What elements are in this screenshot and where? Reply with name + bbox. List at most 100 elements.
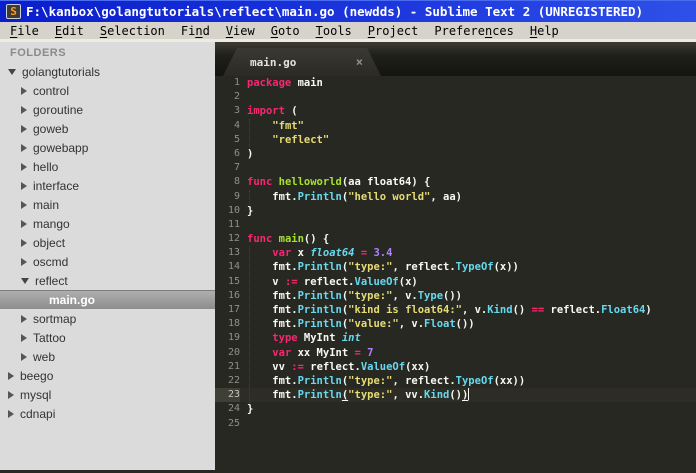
code-line-10[interactable]: 10} bbox=[215, 204, 696, 218]
triangle-collapsed-icon[interactable] bbox=[8, 390, 14, 399]
line-number: 6 bbox=[233, 147, 240, 159]
sidebar-item-reflect[interactable]: reflect bbox=[0, 271, 215, 290]
sidebar: FOLDERS golangtutorials control goroutine g… bbox=[0, 42, 215, 470]
sidebar-item-control[interactable]: control bbox=[0, 81, 215, 100]
triangle-collapsed-icon[interactable] bbox=[21, 257, 27, 266]
triangle-expanded-icon[interactable] bbox=[8, 68, 16, 75]
code-text: var x float64 = 3.4 bbox=[272, 247, 393, 260]
sidebar-item-goroutine[interactable]: goroutine bbox=[0, 100, 215, 119]
line-number: 22 bbox=[227, 374, 240, 386]
sidebar-item-web[interactable]: web bbox=[0, 347, 215, 366]
sidebar-item-main-go[interactable]: main.go bbox=[0, 290, 215, 309]
sidebar-item-gowebapp[interactable]: gowebapp bbox=[0, 138, 215, 157]
triangle-collapsed-icon[interactable] bbox=[21, 352, 27, 361]
menu-item-goto[interactable]: Goto bbox=[263, 22, 308, 40]
code-line-22[interactable]: 22 fmt.Println("type:", reflect.TypeOf(x… bbox=[215, 374, 696, 388]
sidebar-item-interface[interactable]: interface bbox=[0, 176, 215, 195]
triangle-collapsed-icon[interactable] bbox=[21, 105, 27, 114]
tree-item-label: reflect bbox=[35, 273, 68, 288]
tree-item-label: beego bbox=[20, 368, 54, 383]
sidebar-item-mysql[interactable]: mysql bbox=[0, 385, 215, 404]
sidebar-item-cdnapi[interactable]: cdnapi bbox=[0, 404, 215, 423]
code-line-15[interactable]: 15 v := reflect.ValueOf(x) bbox=[215, 275, 696, 289]
sublime-window: S F:\kanbox\golangtutorials\reflect\main… bbox=[0, 0, 696, 473]
code-line-14[interactable]: 14 fmt.Println("type:", reflect.TypeOf(x… bbox=[215, 260, 696, 274]
triangle-collapsed-icon[interactable] bbox=[21, 219, 27, 228]
code-area[interactable]: 1 package main 2 3 import (4 "fmt" 5 "reflect… bbox=[215, 76, 696, 470]
menu-item-project[interactable]: Project bbox=[360, 22, 427, 40]
code-line-5[interactable]: 5 "reflect" bbox=[215, 133, 696, 147]
titlebar[interactable]: S F:\kanbox\golangtutorials\reflect\main… bbox=[0, 0, 696, 22]
triangle-collapsed-icon[interactable] bbox=[8, 371, 14, 380]
code-line-8[interactable]: 8 func helloworld(aa float64) { bbox=[215, 175, 696, 189]
sidebar-item-sortmap[interactable]: sortmap bbox=[0, 309, 215, 328]
tree-item-label: oscmd bbox=[33, 254, 69, 269]
code-line-17[interactable]: 17 fmt.Println("kind is float64:", v.Kin… bbox=[215, 303, 696, 317]
tab-label: main.go bbox=[250, 55, 297, 69]
sidebar-item-object[interactable]: object bbox=[0, 233, 215, 252]
sidebar-item-beego[interactable]: beego bbox=[0, 366, 215, 385]
tab-main-go[interactable]: main.go × bbox=[223, 48, 381, 76]
sidebar-item-mango[interactable]: mango bbox=[0, 214, 215, 233]
menu-item-view[interactable]: View bbox=[218, 22, 263, 40]
tree-item-label: interface bbox=[33, 178, 80, 193]
sidebar-item-goweb[interactable]: goweb bbox=[0, 119, 215, 138]
code-line-25[interactable]: 25 bbox=[215, 417, 696, 431]
sidebar-item-oscmd[interactable]: oscmd bbox=[0, 252, 215, 271]
code-line-4[interactable]: 4 "fmt" bbox=[215, 119, 696, 133]
sidebar-item-main[interactable]: main bbox=[0, 195, 215, 214]
editor-pane: main.go × 1 package main 2 3 import (4 "fmt"… bbox=[215, 42, 696, 470]
menu-item-help[interactable]: Help bbox=[522, 22, 567, 40]
code-line-23[interactable]: 23 fmt.Println("type:", vv.Kind()) bbox=[215, 388, 696, 403]
triangle-collapsed-icon[interactable] bbox=[21, 124, 27, 133]
tree-item-label: cdnapi bbox=[20, 406, 56, 421]
code-line-16[interactable]: 16 fmt.Println("type:", v.Type()) bbox=[215, 289, 696, 303]
menu-item-find[interactable]: Find bbox=[173, 22, 218, 40]
code-text: package main bbox=[247, 77, 323, 89]
code-text: "reflect" bbox=[272, 133, 330, 146]
sidebar-item-golangtutorials[interactable]: golangtutorials bbox=[0, 62, 215, 81]
sidebar-item-tattoo[interactable]: Tattoo bbox=[0, 328, 215, 347]
sublime-logo-icon: S bbox=[6, 4, 21, 19]
code-line-19[interactable]: 19 type MyInt int bbox=[215, 331, 696, 345]
code-line-18[interactable]: 18 fmt.Println("value:", v.Float()) bbox=[215, 317, 696, 331]
triangle-collapsed-icon[interactable] bbox=[21, 200, 27, 209]
triangle-expanded-icon[interactable] bbox=[21, 277, 29, 284]
triangle-collapsed-icon[interactable] bbox=[8, 409, 14, 418]
tree-item-label: hello bbox=[33, 159, 59, 174]
folder-tree: golangtutorials control goroutine goweb gowe… bbox=[0, 62, 215, 423]
line-number: 25 bbox=[227, 417, 240, 429]
code-line-3[interactable]: 3 import ( bbox=[215, 104, 696, 118]
code-line-13[interactable]: 13 var x float64 = 3.4 bbox=[215, 246, 696, 260]
code-line-1[interactable]: 1 package main bbox=[215, 76, 696, 90]
triangle-collapsed-icon[interactable] bbox=[21, 333, 27, 342]
triangle-collapsed-icon[interactable] bbox=[21, 181, 27, 190]
menu-item-preferences[interactable]: Preferences bbox=[426, 22, 522, 40]
code-line-6[interactable]: 6) bbox=[215, 147, 696, 161]
triangle-collapsed-icon[interactable] bbox=[21, 86, 27, 95]
tab-bar: main.go × bbox=[215, 42, 696, 76]
code-text: func main() { bbox=[247, 233, 330, 246]
menu-item-file[interactable]: File bbox=[2, 22, 47, 40]
code-line-9[interactable]: 9 fmt.Println("hello world", aa) bbox=[215, 190, 696, 204]
menu-item-selection[interactable]: Selection bbox=[92, 22, 173, 40]
code-line-7[interactable]: 7 bbox=[215, 161, 696, 175]
sidebar-item-hello[interactable]: hello bbox=[0, 157, 215, 176]
code-line-21[interactable]: 21 vv := reflect.ValueOf(xx) bbox=[215, 360, 696, 374]
code-line-11[interactable]: 11 bbox=[215, 218, 696, 232]
triangle-collapsed-icon[interactable] bbox=[21, 162, 27, 171]
code-line-20[interactable]: 20 var xx MyInt = 7 bbox=[215, 346, 696, 360]
tree-item-label: main.go bbox=[49, 293, 96, 307]
line-number: 13 bbox=[227, 247, 240, 259]
menu-item-tools[interactable]: Tools bbox=[308, 22, 360, 40]
triangle-collapsed-icon[interactable] bbox=[21, 143, 27, 152]
code-line-24[interactable]: 24} bbox=[215, 402, 696, 416]
code-line-12[interactable]: 12 func main() { bbox=[215, 232, 696, 246]
line-number: 12 bbox=[227, 233, 240, 245]
close-icon[interactable]: × bbox=[356, 55, 363, 69]
tree-item-label: mysql bbox=[20, 387, 52, 402]
triangle-collapsed-icon[interactable] bbox=[21, 314, 27, 323]
code-line-2[interactable]: 2 bbox=[215, 90, 696, 104]
triangle-collapsed-icon[interactable] bbox=[21, 238, 27, 247]
menu-item-edit[interactable]: Edit bbox=[47, 22, 92, 40]
